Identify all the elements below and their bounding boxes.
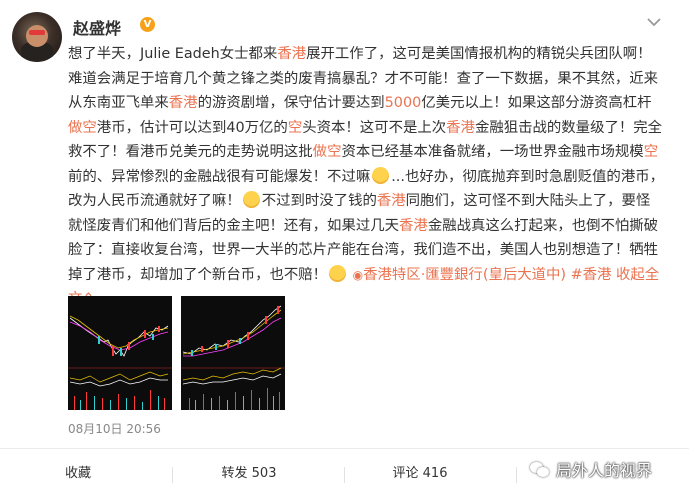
post-text: 个新台币，也不赔！ xyxy=(197,266,328,283)
location-pin-icon: ◉ xyxy=(352,267,364,282)
username[interactable]: 赵盛烨 xyxy=(73,15,121,39)
divider xyxy=(516,467,517,483)
post-text: 们背后的金主吧！还有，如果过几天 xyxy=(168,217,400,234)
divider xyxy=(172,467,173,483)
post-text: 看港币兑美元的走势说明这批 xyxy=(125,144,313,160)
post-text: 惨烈的金融战很有可能爆发！不过嘛 xyxy=(139,168,371,185)
favorite-button[interactable]: 收藏 xyxy=(28,449,128,499)
post-text: 币，估计可以达到40万亿的 xyxy=(111,119,288,136)
post-text: 前的、异常 xyxy=(68,168,140,185)
avatar[interactable] xyxy=(12,12,62,62)
post-content: 想了半天，Julie Eadeh女士都来香港展开工作了，这可是美国情报机构的精锐… xyxy=(68,42,664,312)
divider xyxy=(344,467,345,483)
location-link[interactable]: ◉香港特区·匯豐銀行(皇后大道中) xyxy=(353,267,566,283)
grin-emoji-icon xyxy=(372,166,390,184)
post-text: 不过到时没了钱的 xyxy=(261,193,377,209)
keyword-link[interactable]: 空 xyxy=(644,144,658,160)
post-text: 南亚飞单来 xyxy=(96,95,169,111)
keyword-link[interactable]: 香港 xyxy=(399,218,428,234)
awkward-emoji-icon xyxy=(242,191,260,208)
post-text: 想了半天，Julie Eadeh女士都来 xyxy=(68,46,278,62)
repost-button[interactable]: 转发 503 xyxy=(199,449,299,499)
weibo-post: 赵盛烨 V 想了半天，Julie Eadeh女士都来香港展开工作了，这可是美国情… xyxy=(0,0,689,500)
pray-emoji-icon xyxy=(329,264,347,282)
post-text: 通就好了嘛！ xyxy=(154,193,241,209)
comment-button[interactable]: 评论 416 xyxy=(370,449,470,499)
keyword-link[interactable]: 香港 xyxy=(277,46,306,62)
keyword-link[interactable]: 5000 xyxy=(385,95,422,111)
stock-chart-image-2[interactable] xyxy=(181,296,285,410)
chevron-down-icon[interactable] xyxy=(644,16,664,32)
keyword-link[interactable]: 做空 xyxy=(68,120,97,136)
verified-badge: V xyxy=(140,17,155,32)
watermark-text: 局外人的视界 xyxy=(556,461,653,480)
keyword-link[interactable]: 做空 xyxy=(313,144,342,160)
hashtag-link[interactable]: #香港 xyxy=(571,267,612,283)
post-text: 头资本！这可不是上次 xyxy=(302,119,447,136)
wechat-icon xyxy=(530,462,550,478)
post-text: 亿美元以上！如果这部分游资高杠杆 xyxy=(421,95,652,111)
post-text: 港 xyxy=(96,119,112,136)
post-text: 的游资剧增，保守估计要达到 xyxy=(197,95,385,111)
location-label: 香港特区·匯豐銀行(皇后大道中) xyxy=(363,266,567,283)
keyword-link[interactable]: 香港 xyxy=(377,193,406,209)
post-timestamp[interactable]: 08月10日 20:56 xyxy=(68,420,161,437)
keyword-link[interactable]: 香港 xyxy=(446,120,475,136)
watermark: 局外人的视界 xyxy=(530,456,652,486)
post-text: 资本已经基本准备就绪，一场世界金融市场规模 xyxy=(341,144,644,160)
keyword-link[interactable]: 香港 xyxy=(169,95,198,111)
keyword-link[interactable]: 空 xyxy=(288,120,302,136)
stock-chart-image-1[interactable] xyxy=(68,296,172,410)
